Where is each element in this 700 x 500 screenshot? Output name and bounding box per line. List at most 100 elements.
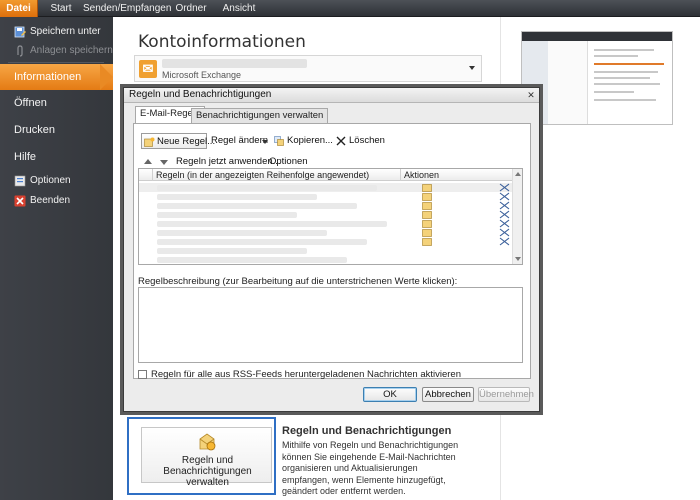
move-to-folder-icon [422,202,432,210]
preview-ribbon [522,32,672,41]
move-to-folder-icon [422,220,432,228]
rule-name-redacted [157,248,307,254]
rule-name-redacted [157,185,377,191]
manage-rules-label-line2: Benachrichtigungen verwalten [163,466,252,488]
close-icon[interactable]: ✕ [525,89,537,101]
chevron-down-icon [469,66,475,70]
list-header-rules[interactable]: Regeln (in der angezeigten Reihenfolge a… [153,169,401,181]
tab-home[interactable]: Start [44,0,78,17]
backstage-item-label: Speichern unter [30,26,101,37]
copy-label: Kopieren... [287,135,333,146]
rule-name-redacted [157,221,387,227]
backstage-item-label: Anlagen speichern [30,45,113,56]
selected-arrow-indicator [100,64,113,90]
rules-alerts-icon [199,433,216,451]
move-to-folder-icon [422,238,432,246]
move-up-icon[interactable] [144,159,152,164]
list-header-checkbox-col [139,169,153,181]
delete-icon [336,136,346,146]
list-header: Regeln (in der angezeigten Reihenfolge a… [139,169,512,181]
apply-button[interactable]: Übernehmen [478,387,534,402]
table-row[interactable] [139,210,512,219]
scroll-up-icon[interactable] [515,172,521,176]
rule-name-redacted [157,257,347,263]
list-scrollbar[interactable] [512,169,522,264]
save-as-icon [14,26,26,38]
manage-rules-highlight: Regeln und Benachrichtigungen verwalten [127,417,276,495]
list-header-actions[interactable]: Aktionen [401,169,512,181]
tab-manage-alerts[interactable]: Benachrichtigungen verwalten [191,108,329,123]
table-row[interactable] [139,219,512,228]
move-to-folder-icon [422,229,432,237]
tab-folder[interactable]: Ordner [170,0,212,17]
move-to-folder-icon [422,211,432,219]
options-icon [14,175,26,187]
table-row[interactable] [139,183,512,192]
paperclip-icon [17,45,23,57]
table-row[interactable] [139,237,512,246]
rule-name-redacted [157,194,317,200]
rule-name-redacted [157,230,327,236]
rules-list[interactable]: Regeln (in der angezeigten Reihenfolge a… [138,168,523,265]
backstage-separator [8,62,104,63]
move-down-icon[interactable] [160,160,168,165]
preview-reading-pane [588,41,672,124]
backstage-nav: Speichern unter Anlagen speichern Inform… [0,17,113,500]
manage-rules-button[interactable]: Regeln und Benachrichtigungen verwalten [141,427,272,488]
dialog-title: Regeln und Benachrichtigungen [129,89,272,100]
new-rule-label: Neue Regel... [157,136,216,147]
email-rules-panel: Neue Regel... Regel ändern Kopieren... L… [133,123,531,380]
scroll-down-icon[interactable] [515,257,521,261]
rss-rules-checkbox[interactable] [138,370,147,379]
exchange-icon: ✉ [139,60,157,78]
client-only-icon [499,219,510,228]
table-row[interactable] [139,255,512,264]
backstage-item-open[interactable]: Öffnen [14,94,47,112]
table-row[interactable] [139,228,512,237]
ok-button[interactable]: OK [363,387,417,402]
rule-description-box[interactable] [138,287,523,363]
chevron-down-icon [262,140,268,144]
client-only-icon [499,237,510,246]
delete-label: Löschen [349,135,385,146]
change-rule-label: Regel ändern [211,135,269,146]
cancel-button[interactable]: Abbrechen [422,387,474,402]
backstage-item-help[interactable]: Hilfe [14,148,36,166]
rules-and-alerts-dialog: Regeln und Benachrichtigungen ✕ E-Mail-R… [123,87,540,412]
table-row[interactable] [139,192,512,201]
change-rule-button[interactable]: Regel ändern [211,133,269,149]
backstage-item-info[interactable]: Informationen [0,64,113,90]
client-only-icon [499,201,510,210]
page-title: Kontoinformationen [138,32,306,52]
manage-rules-label-line1: Regeln und [181,455,234,466]
dialog-titlebar[interactable]: Regeln und Benachrichtigungen ✕ [124,88,539,103]
table-row[interactable] [139,246,512,255]
rss-rules-label: Regeln für alle aus RSS-Feeds herunterge… [151,369,461,380]
rules-section-description: Mithilfe von Regeln und Benachrichtigung… [282,440,459,496]
copy-rule-button[interactable]: Kopieren... [272,133,333,149]
rule-description-label: Regelbeschreibung (zur Bearbeitung auf d… [138,276,458,287]
rule-name-redacted [157,239,367,245]
client-only-icon [499,192,510,201]
backstage-item-label: Beenden [30,195,71,206]
table-row[interactable] [139,201,512,210]
new-rule-button[interactable]: Neue Regel... [141,133,215,149]
outlook-preview-thumbnail [521,31,673,125]
client-only-icon [499,210,510,219]
move-to-folder-icon [422,184,432,192]
ribbon-tab-strip: Datei Start Senden/Empfangen Ordner Ansi… [0,0,700,17]
account-email-redacted [162,59,307,68]
tab-file[interactable]: Datei [0,0,38,17]
tab-send-receive[interactable]: Senden/Empfangen [83,0,171,17]
backstage-item-print[interactable]: Drucken [14,121,55,139]
new-rule-icon [144,137,155,147]
exit-icon [14,195,26,207]
tab-view[interactable]: Ansicht [218,0,260,17]
backstage-item-label: Optionen [30,175,71,186]
account-selector[interactable]: ✉ Microsoft Exchange [134,55,482,82]
rule-name-redacted [157,203,357,209]
delete-rule-button[interactable]: Löschen [334,133,385,149]
rules-section-title: Regeln und Benachrichtigungen [282,425,452,437]
rule-name-redacted [157,212,297,218]
client-only-icon [499,228,510,237]
